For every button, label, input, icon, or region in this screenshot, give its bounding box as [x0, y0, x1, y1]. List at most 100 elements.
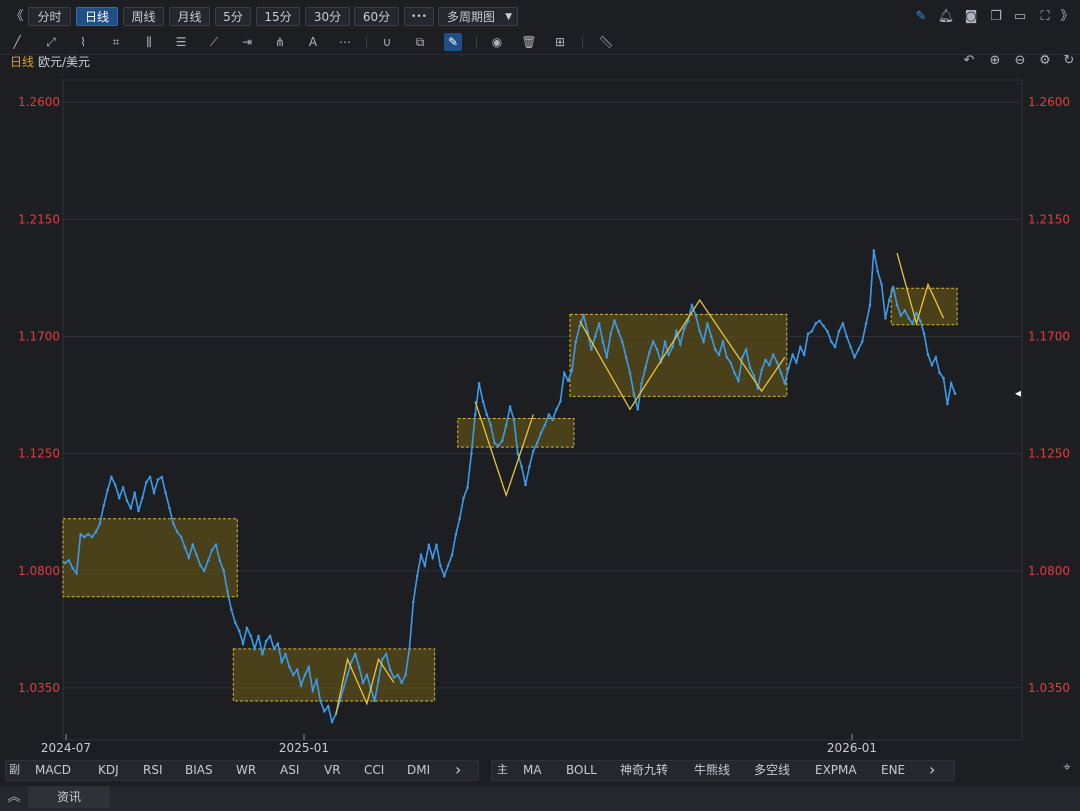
y-tick-label-right: 1.2150 — [1028, 212, 1070, 226]
price-point — [121, 486, 125, 489]
price-point — [222, 569, 225, 573]
indicator-macd[interactable]: MACD — [35, 762, 71, 778]
price-point — [721, 340, 725, 344]
indicator-asi[interactable]: ASI — [280, 762, 299, 778]
price-point — [276, 642, 280, 645]
price-point — [860, 340, 864, 344]
price-point — [822, 324, 825, 328]
price-point — [528, 465, 531, 468]
price-point — [853, 356, 856, 359]
indicator-expma[interactable]: EXPMA — [815, 762, 857, 778]
y-tick-label-left: 1.2600 — [18, 95, 60, 109]
sub-indicator-icon[interactable]: 副 — [9, 762, 20, 778]
last-price-marker — [1015, 390, 1021, 397]
price-point — [802, 353, 806, 357]
price-point — [489, 423, 493, 427]
location-pin-icon[interactable]: ⌖ — [1058, 760, 1076, 776]
indicator-cci[interactable]: CCI — [364, 762, 384, 778]
indicator-kdj[interactable]: KDJ — [98, 762, 119, 778]
price-point — [837, 329, 841, 333]
price-point — [559, 400, 562, 403]
price-point — [644, 366, 647, 370]
price-point — [350, 660, 353, 664]
price-point — [868, 303, 872, 307]
price-point — [183, 546, 187, 549]
indicator-long-short[interactable]: 多空线 — [754, 762, 790, 778]
price-point — [218, 559, 222, 562]
price-point — [102, 504, 105, 508]
price-point — [597, 322, 601, 325]
price-point — [919, 319, 922, 323]
price-point — [574, 340, 578, 344]
price-point — [75, 572, 78, 575]
y-tick-label-left: 1.1700 — [18, 329, 60, 343]
price-point — [257, 634, 260, 638]
price-point — [814, 322, 818, 325]
indicator-wr[interactable]: WR — [236, 762, 256, 778]
highlight-box — [569, 313, 788, 397]
price-point — [249, 634, 253, 638]
price-point — [601, 340, 605, 344]
main-indicators-next-icon[interactable]: › — [929, 762, 935, 778]
price-point — [694, 314, 698, 317]
indicator-vr[interactable]: VR — [324, 762, 341, 778]
price-point — [833, 345, 837, 349]
indicator-td9[interactable]: 神奇九转 — [620, 762, 668, 778]
price-point — [744, 348, 748, 351]
price-point — [663, 340, 667, 344]
price-point — [593, 335, 597, 338]
price-point — [458, 517, 462, 520]
sub-indicators-next-icon[interactable]: › — [455, 762, 461, 778]
price-point — [295, 668, 299, 671]
price-point — [787, 366, 790, 370]
price-point — [148, 475, 152, 479]
indicator-boll[interactable]: BOLL — [566, 762, 597, 778]
price-point — [806, 332, 810, 336]
price-point — [195, 553, 198, 557]
indicator-rsi[interactable]: RSI — [143, 762, 163, 778]
price-point — [443, 574, 446, 578]
price-point — [679, 343, 682, 346]
price-point — [342, 686, 345, 690]
price-point — [125, 499, 129, 502]
price-point — [423, 564, 427, 567]
price-point — [473, 413, 477, 416]
price-chart[interactable]: 1.2600 1.2600 1.2150 1.2150 1.1700 1.1700 1.12… — [0, 0, 1080, 811]
price-point — [590, 348, 593, 351]
price-point — [737, 379, 740, 383]
price-point — [245, 626, 249, 630]
price-point — [942, 376, 945, 380]
price-point — [226, 590, 229, 593]
main-indicator-icon[interactable]: 主 — [497, 762, 508, 778]
price-point — [199, 564, 202, 567]
indicator-ene[interactable]: ENE — [881, 762, 905, 778]
price-point — [319, 699, 322, 703]
price-point — [926, 353, 930, 357]
price-point — [636, 408, 640, 411]
indicator-bull-bear[interactable]: 牛熊线 — [694, 762, 730, 778]
price-point — [876, 270, 879, 273]
price-point — [915, 311, 918, 315]
price-point — [493, 441, 496, 445]
price-point — [230, 608, 233, 612]
price-point — [845, 335, 848, 338]
price-point — [760, 369, 763, 372]
price-point — [578, 324, 581, 328]
price-point — [706, 322, 709, 325]
indicator-ma[interactable]: MA — [523, 762, 542, 778]
news-tab[interactable]: 资讯 — [28, 786, 110, 808]
price-point — [884, 316, 887, 320]
indicator-dmi[interactable]: DMI — [407, 762, 430, 778]
indicator-bias[interactable]: BIAS — [185, 762, 213, 778]
price-point — [357, 665, 361, 669]
price-point — [640, 382, 643, 385]
expand-up-icon[interactable]: ︽ — [6, 790, 22, 806]
price-point — [946, 402, 949, 406]
price-point — [450, 553, 454, 557]
price-point — [826, 329, 829, 333]
price-point — [938, 371, 941, 375]
plot-frame — [62, 79, 1023, 741]
price-point — [733, 371, 736, 375]
price-point — [717, 353, 721, 357]
price-point — [307, 665, 311, 669]
